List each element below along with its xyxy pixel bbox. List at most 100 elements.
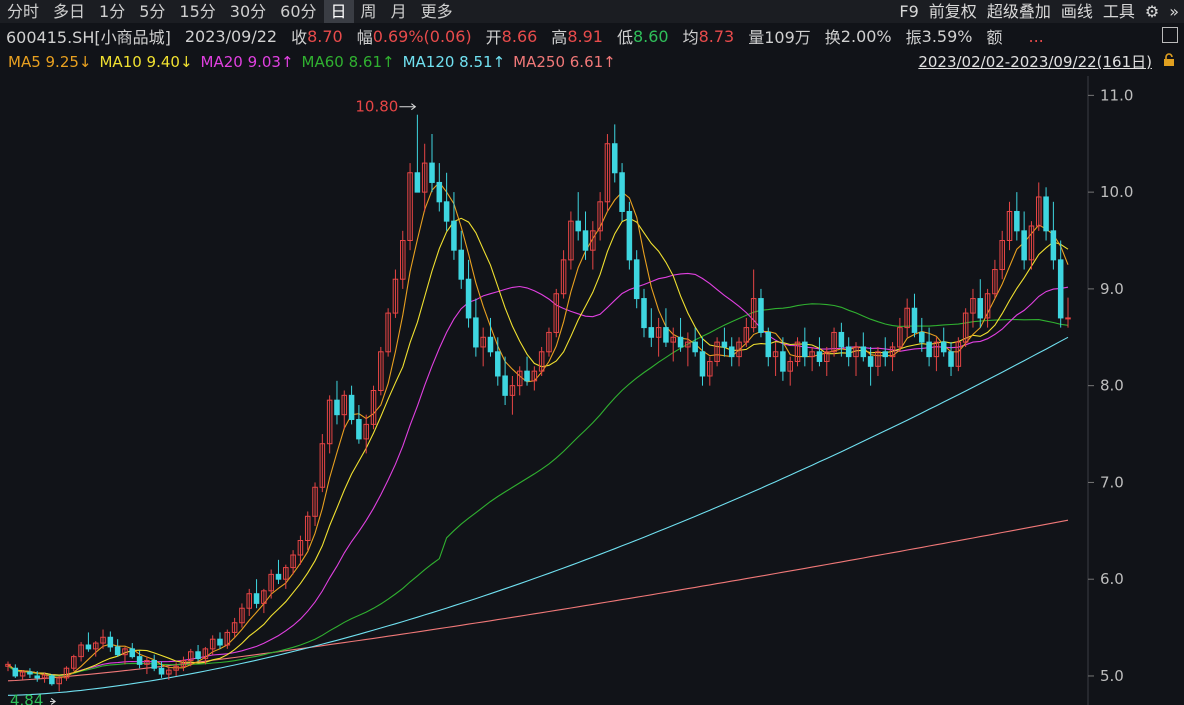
candle-body [641, 298, 647, 329]
candle-body [838, 331, 845, 348]
ma250-label: MA250 6.61↑ [513, 53, 616, 71]
candle-body [1014, 210, 1020, 232]
candle-body [1057, 259, 1064, 319]
candle-body [919, 331, 925, 343]
candle-body [926, 341, 932, 358]
high-label: 高 [551, 28, 568, 47]
candle-body [524, 370, 530, 382]
open-label: 开 [485, 28, 502, 47]
candle-body [136, 656, 143, 665]
amplitude-value: 3.59% [921, 26, 973, 46]
settings-gear-icon[interactable]: ⚙ [1140, 0, 1164, 23]
candle-body [692, 341, 698, 353]
candle-body [107, 636, 114, 648]
candle-body [465, 278, 472, 319]
ma60-label: MA60 8.61↑ [301, 53, 395, 71]
candle-body [487, 336, 494, 353]
tool-item-0[interactable]: F9 [894, 0, 923, 23]
y-tick-label: 5.0 [1100, 667, 1124, 685]
candle-body [1021, 230, 1027, 261]
candle-body [451, 220, 457, 251]
candle-body [356, 419, 362, 440]
panel-toggle-icon[interactable] [1162, 27, 1178, 43]
candle-body [502, 375, 508, 396]
tool-menu: F9 前复权 超级叠加 画线 工具 ⚙» [894, 0, 1184, 23]
close-label: 收 [291, 28, 308, 47]
ma10-label: MA10 9.40↓ [99, 53, 193, 71]
candle-body [12, 667, 19, 677]
tool-item-1[interactable]: 前复权 [924, 0, 982, 23]
candlestick-chart[interactable]: 11.0 10.0 9.0 8.0 7.0 6.0 5.0 10.80 4.84 [0, 76, 1184, 705]
candle-body [151, 659, 157, 669]
high-value: 8.91 [567, 26, 603, 46]
candle-body [948, 351, 954, 367]
candle-body [582, 230, 589, 251]
avg-label: 均 [682, 28, 699, 47]
y-tick-label: 9.0 [1100, 280, 1124, 298]
candle-body [275, 573, 282, 580]
date-range[interactable]: 2023/02/02-2023/09/22(161日) [918, 51, 1152, 72]
tool-item-3[interactable]: 画线 [1056, 0, 1098, 23]
high-price-label: 10.80 [355, 98, 398, 116]
candle-body [436, 181, 443, 203]
quote-info-bar: 600415.SH[小商品城] 2023/09/22 收 8.70 幅 0.69… [0, 24, 1184, 48]
candle-body [911, 307, 918, 333]
ma10-line [7, 217, 1069, 676]
volume-label: 量 [748, 28, 765, 47]
expand-chevron-icon[interactable]: » [1164, 0, 1184, 23]
candle-body [728, 346, 735, 358]
period-tab-4[interactable]: 15分 [172, 0, 222, 23]
candle-body [663, 327, 669, 343]
candle-body [49, 675, 55, 685]
y-tick-label: 8.0 [1100, 377, 1124, 395]
period-tab-0[interactable]: 分时 [0, 0, 46, 23]
candle-body [677, 336, 684, 348]
change-label: 幅 [356, 28, 373, 47]
low-value: 8.60 [632, 26, 669, 46]
candle-body [765, 331, 772, 358]
period-tab-1[interactable]: 多日 [46, 0, 92, 23]
candle-body [473, 317, 479, 348]
candle-body [860, 346, 867, 358]
quote-date: 2023/09/22 [184, 26, 278, 46]
stock-code[interactable]: 600415.SH[小商品城] [6, 24, 171, 48]
avg-value: 8.73 [698, 26, 735, 46]
ma20-line [7, 272, 1069, 676]
period-tab-5[interactable]: 30分 [223, 0, 273, 23]
candle-body [1065, 317, 1071, 320]
volume-value: 109万 [764, 28, 811, 47]
candle-body [34, 675, 41, 679]
lock-icon[interactable] [1162, 53, 1176, 67]
candle-body [429, 162, 435, 183]
period-tab-9[interactable]: 月 [384, 0, 414, 23]
tool-item-4[interactable]: 工具 [1098, 0, 1140, 23]
candle-body [27, 671, 33, 675]
candle-body [816, 351, 823, 362]
candle-body [114, 646, 121, 656]
period-tab-6[interactable]: 60分 [273, 0, 323, 23]
ma5-line [7, 181, 1069, 679]
amplitude-label: 振 [905, 28, 922, 47]
candle-body [699, 351, 706, 377]
candle-body [633, 259, 640, 300]
candle-body [414, 172, 421, 193]
candle-body [253, 593, 260, 604]
open-value: 8.66 [501, 26, 538, 46]
tool-item-2[interactable]: 超级叠加 [982, 0, 1056, 23]
period-tab-8[interactable]: 周 [354, 0, 384, 23]
candle-body [458, 249, 465, 280]
more-info[interactable]: ... [1028, 27, 1043, 46]
low-label: 低 [616, 28, 633, 47]
ma250-line [7, 519, 1069, 682]
candle-body [940, 341, 947, 353]
candle-body [611, 143, 618, 174]
period-tab-7[interactable]: 日 [323, 0, 354, 23]
turnover-label: 换 [824, 28, 841, 47]
period-tab-2[interactable]: 1分 [92, 0, 132, 23]
turnover-value: 2.00% [840, 26, 892, 46]
candle-body [495, 351, 501, 377]
period-tab-10[interactable]: 更多 [414, 0, 460, 23]
period-tab-3[interactable]: 5分 [132, 0, 172, 23]
candle-body [802, 341, 808, 358]
candle-body [758, 298, 764, 333]
